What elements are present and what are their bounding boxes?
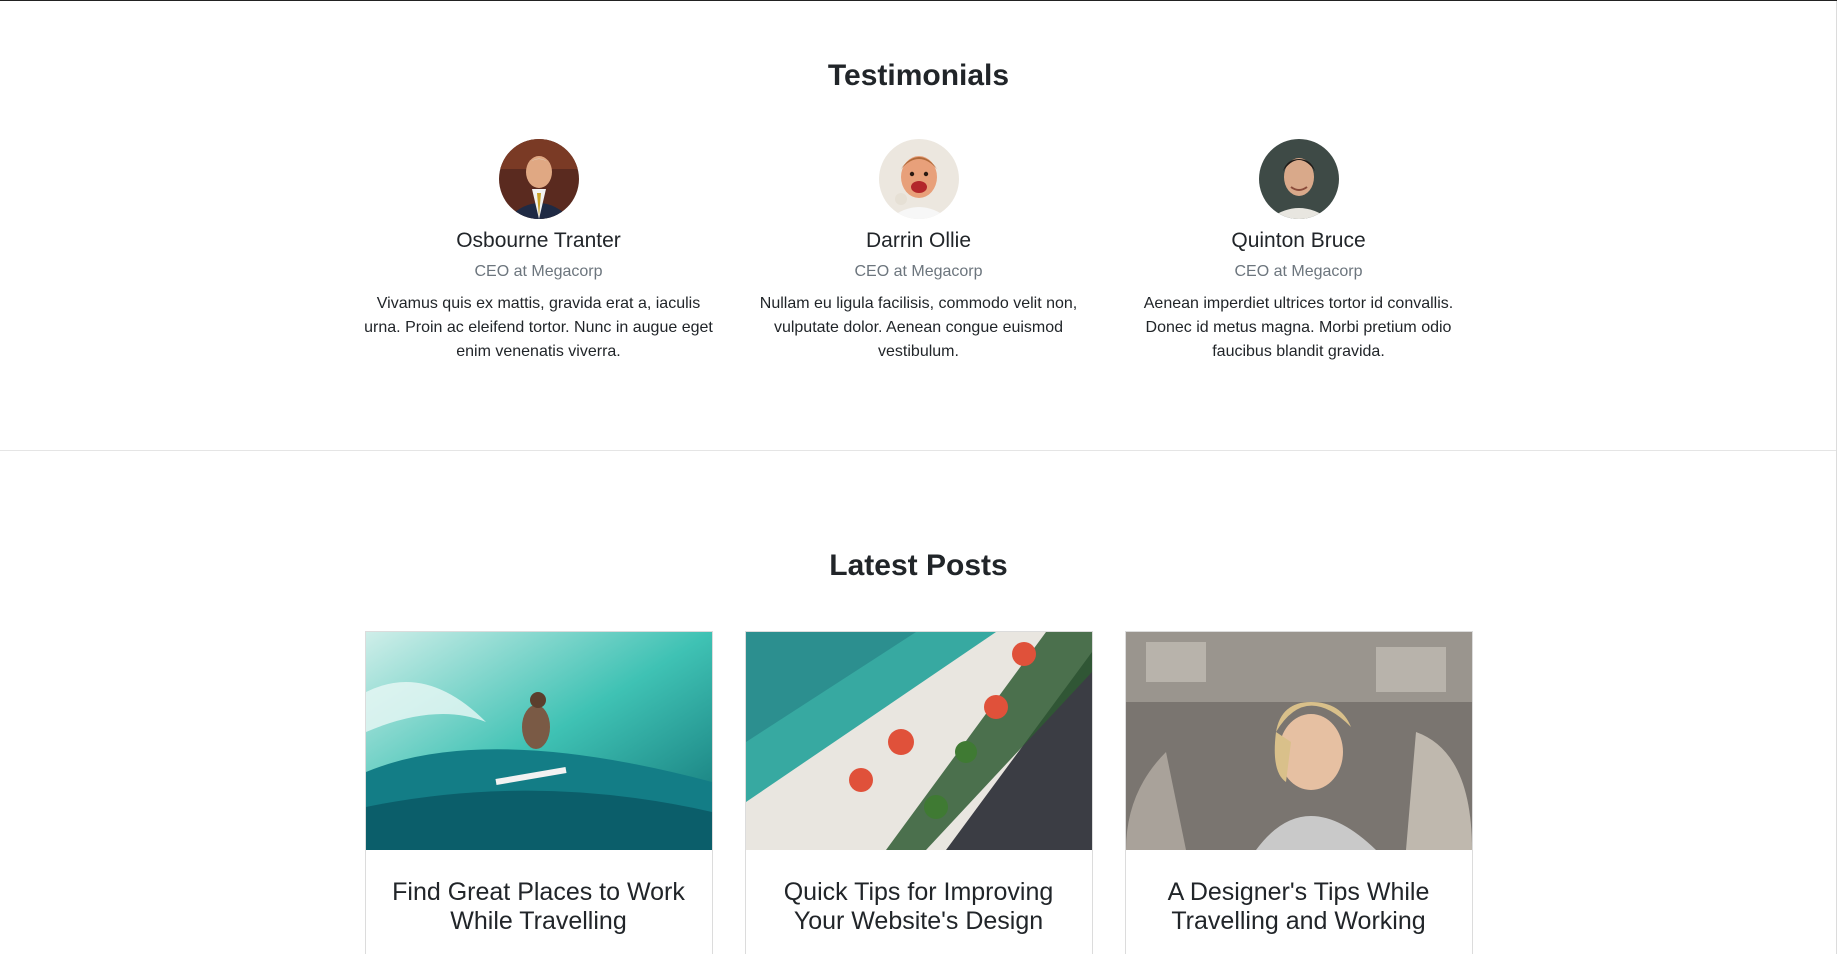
page: Testimonials Osbourne Tranter CEO at Meg [0, 0, 1837, 954]
testimonial-card: Quinton Bruce CEO at Megacorp Aenean imp… [1109, 139, 1489, 364]
post-image-woman[interactable] [1125, 632, 1472, 850]
post-title[interactable]: Find Great Places to Work While Travelli… [366, 850, 712, 936]
avatar-quinton-bruce [1258, 139, 1339, 219]
avatar-darrin-ollie [878, 139, 959, 219]
testimonial-role: CEO at Megacorp [854, 263, 983, 280]
latest-posts-title: Latest Posts [829, 549, 1008, 582]
testimonial-card: Osbourne Tranter CEO at Megacorp Vivamus… [349, 139, 729, 364]
testimonial-quote: Vivamus quis ex mattis, gravida erat a, … [364, 295, 713, 360]
testimonials-title: Testimonials [827, 59, 1010, 92]
testimonial-role: CEO at Megacorp [1234, 263, 1363, 280]
post-image-beach[interactable] [745, 632, 1092, 850]
testimonial-name: Quinton Bruce [1231, 229, 1366, 252]
post-title[interactable]: Quick Tips for Improving Your Website's … [746, 850, 1092, 936]
testimonials-section: Testimonials Osbourne Tranter CEO at Meg [0, 1, 1837, 451]
latest-posts-section: Latest Posts Find Great Places to Work W… [0, 451, 1837, 954]
testimonials-row: Osbourne Tranter CEO at Megacorp Vivamus… [0, 139, 1837, 364]
testimonial-name: Darrin Ollie [865, 229, 972, 252]
post-image-surfer[interactable] [365, 632, 712, 850]
post-card[interactable]: Find Great Places to Work While Travelli… [364, 631, 713, 954]
avatar-osbourne-tranter [498, 139, 579, 219]
post-card[interactable]: Quick Tips for Improving Your Website's … [744, 631, 1093, 954]
testimonial-card: Darrin Ollie CEO at Megacorp Nullam eu l… [729, 139, 1109, 364]
testimonial-quote: Nullam eu ligula facilisis, commodo veli… [759, 295, 1078, 360]
posts-row: Find Great Places to Work While Travelli… [0, 631, 1837, 954]
testimonial-quote: Aenean imperdiet ultrices tortor id conv… [1143, 295, 1454, 360]
post-card[interactable]: A Designer's Tips While Travelling and W… [1124, 631, 1473, 954]
post-title[interactable]: A Designer's Tips While Travelling and W… [1126, 850, 1472, 936]
testimonial-name: Osbourne Tranter [456, 229, 621, 252]
testimonial-role: CEO at Megacorp [474, 263, 603, 280]
